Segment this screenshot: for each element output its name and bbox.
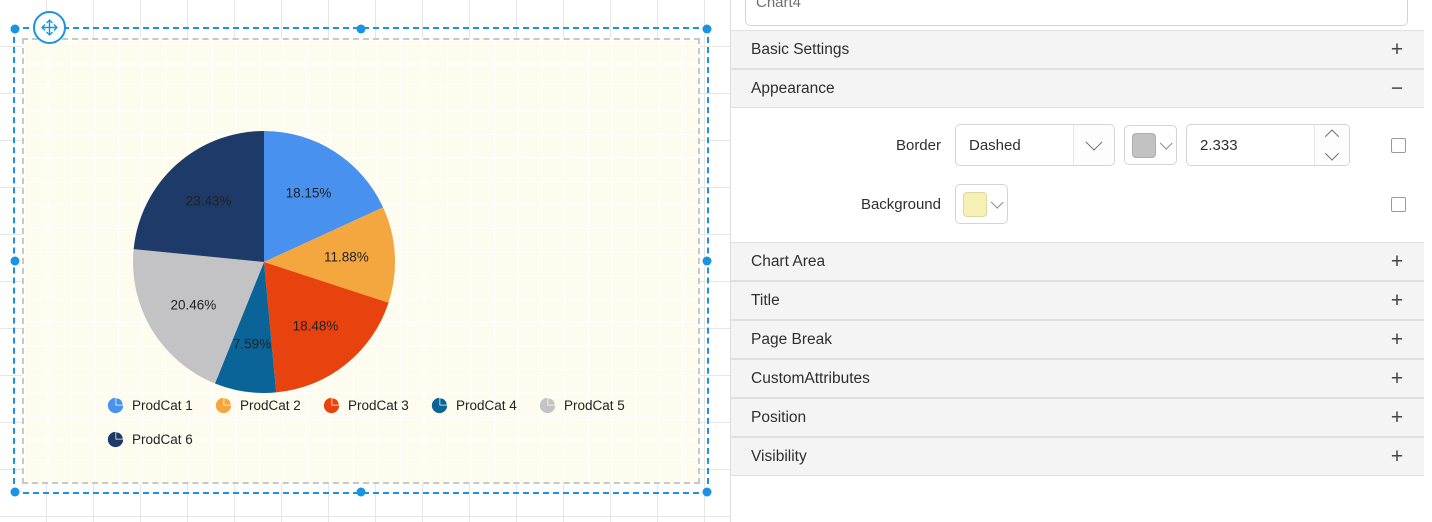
label-border: Border <box>895 136 941 154</box>
chart-legend[interactable]: ProdCat 1 ProdCat 2 ProdCat 3 ProdCat 4 Prod… <box>107 388 687 456</box>
properties-scroll-area[interactable]: Basic Settings + Appearance − Border Das… <box>731 0 1424 522</box>
border-width-increment-button[interactable] <box>1315 125 1349 145</box>
section-header-position[interactable]: Position + <box>731 398 1424 437</box>
legend-item-label: ProdCat 6 <box>132 431 193 447</box>
expand-icon-visibility[interactable]: + <box>1388 446 1406 467</box>
section-title-appearance: Appearance <box>751 79 835 97</box>
legend-item-label: ProdCat 2 <box>240 397 301 413</box>
section-header-custom-attributes[interactable]: CustomAttributes + <box>731 359 1424 398</box>
border-color-picker[interactable] <box>1124 125 1177 165</box>
section-title-custom-attributes: CustomAttributes <box>751 369 870 387</box>
section-title-title: Title <box>751 291 780 309</box>
border-width-spin-buttons <box>1314 125 1349 165</box>
section-header-page-break[interactable]: Page Break + <box>731 320 1424 359</box>
section-header-title[interactable]: Title + <box>731 281 1424 320</box>
chevron-down-icon <box>990 195 1004 209</box>
background-color-swatch <box>963 191 987 217</box>
background-color-picker[interactable] <box>955 184 1008 224</box>
chevron-down-icon <box>1159 136 1173 150</box>
expand-icon-chart-area[interactable]: + <box>1388 251 1406 272</box>
legend-item[interactable]: ProdCat 5 <box>539 388 647 422</box>
expand-icon-page-break[interactable]: + <box>1388 329 1406 350</box>
legend-pie-marker-icon <box>107 397 124 413</box>
legend-item-label: ProdCat 4 <box>456 397 517 413</box>
section-title-page-break: Page Break <box>751 330 832 348</box>
legend-pie-marker-icon <box>539 397 556 413</box>
resize-handle-top-right[interactable] <box>702 24 712 34</box>
legend-item[interactable]: ProdCat 3 <box>323 388 431 422</box>
chevron-down-icon[interactable] <box>1073 125 1114 165</box>
section-title-visibility: Visibility <box>751 447 807 465</box>
section-header-appearance[interactable]: Appearance − <box>731 69 1424 108</box>
property-row-border: Border Dashed <box>731 124 1424 166</box>
legend-pie-marker-icon <box>323 397 340 413</box>
chart-name-field-wrap <box>745 0 1410 30</box>
border-width-input[interactable] <box>1187 125 1314 165</box>
pie-slice-label: 20.46% <box>170 297 217 313</box>
border-color-swatch <box>1132 132 1156 158</box>
resize-handle-middle-right[interactable] <box>702 256 712 265</box>
pie-slice-label: 18.15% <box>285 185 332 201</box>
section-header-chart-area[interactable]: Chart Area + <box>731 242 1424 281</box>
border-style-select[interactable]: Dashed <box>955 124 1115 166</box>
move-four-arrows-icon <box>41 19 58 36</box>
expand-icon-title[interactable]: + <box>1388 290 1406 311</box>
resize-handle-bottom-left[interactable] <box>10 487 20 497</box>
pie-slice-label: 18.48% <box>292 318 339 334</box>
chart-name-input[interactable] <box>745 0 1408 26</box>
pie-slice-label: 7.59% <box>232 336 272 352</box>
resize-handle-bottom-center[interactable] <box>356 487 366 497</box>
legend-pie-marker-icon <box>431 397 448 413</box>
label-background: Background <box>860 195 941 213</box>
legend-pie-marker-icon <box>107 431 124 447</box>
design-canvas[interactable]: 18.15% 11.88% 18.48% 7.59% 20.46% 23.43% Prod… <box>0 0 730 522</box>
legend-item-label: ProdCat 1 <box>132 397 193 413</box>
section-title-position: Position <box>751 408 807 426</box>
background-expression-checkbox[interactable] <box>1391 196 1406 212</box>
expand-icon-custom-attributes[interactable]: + <box>1388 368 1406 389</box>
border-width-stepper[interactable] <box>1186 124 1350 166</box>
legend-item[interactable]: ProdCat 1 <box>107 388 215 422</box>
section-title-chart-area: Chart Area <box>751 252 826 270</box>
border-width-decrement-button[interactable] <box>1315 145 1349 165</box>
resize-handle-middle-left[interactable] <box>10 256 20 265</box>
legend-item-label: ProdCat 3 <box>348 397 409 413</box>
collapse-icon-appearance[interactable]: − <box>1388 78 1406 99</box>
chart-render-area: 18.15% 11.88% 18.48% 7.59% 20.46% 23.43% Prod… <box>24 40 698 482</box>
legend-item[interactable]: ProdCat 4 <box>431 388 539 422</box>
expand-icon-position[interactable]: + <box>1388 407 1406 428</box>
report-designer-screen: 18.15% 11.88% 18.48% 7.59% 20.46% 23.43% Prod… <box>0 0 1432 522</box>
property-row-background: Background <box>731 184 1424 224</box>
properties-panel: Basic Settings + Appearance − Border Das… <box>730 0 1432 522</box>
section-title-basic-settings: Basic Settings <box>751 40 850 58</box>
border-expression-checkbox[interactable] <box>1391 137 1406 153</box>
move-handle[interactable] <box>33 11 66 44</box>
resize-handle-bottom-right[interactable] <box>702 487 712 497</box>
border-style-value: Dashed <box>969 136 1021 154</box>
section-header-basic-settings[interactable]: Basic Settings + <box>731 30 1424 69</box>
section-body-appearance: Border Dashed 2.333 Background <box>731 108 1424 242</box>
pie-slice-label: 11.88% <box>323 249 369 265</box>
section-header-visibility[interactable]: Visibility + <box>731 437 1424 476</box>
resize-handle-top-center[interactable] <box>356 24 366 34</box>
legend-item-label: ProdCat 5 <box>564 397 625 413</box>
legend-pie-marker-icon <box>215 397 232 413</box>
chart-element[interactable]: 18.15% 11.88% 18.48% 7.59% 20.46% 23.43% Prod… <box>22 38 700 484</box>
resize-handle-top-left[interactable] <box>10 24 20 34</box>
legend-item[interactable]: ProdCat 6 <box>107 422 215 456</box>
pie-slice-label: 23.43% <box>185 193 232 209</box>
legend-item[interactable]: ProdCat 2 <box>215 388 323 422</box>
expand-icon-basic-settings[interactable]: + <box>1388 39 1406 60</box>
